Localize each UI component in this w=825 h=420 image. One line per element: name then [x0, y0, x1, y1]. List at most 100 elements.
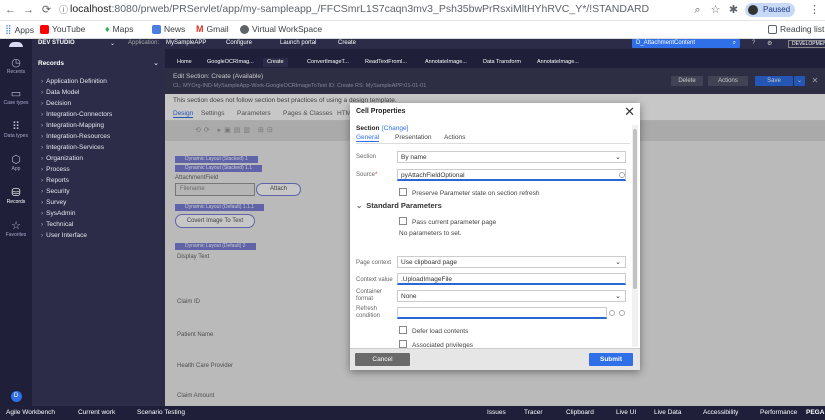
agile-workbench-button[interactable]: Agile Workbench — [6, 409, 55, 416]
dialog-footer: Cancel Submit — [350, 348, 640, 370]
site-info-icon[interactable]: ⓘ — [57, 4, 70, 17]
address-bar[interactable]: localhost:8080/prweb/PRServlet/app/my-sa… — [70, 3, 649, 15]
bookmark-maps[interactable]: ♦ Maps — [105, 24, 133, 34]
rail-app[interactable]: ⬡ App — [0, 154, 32, 172]
container-format-select[interactable]: None ⌄ — [397, 290, 626, 302]
studio-chevron-icon[interactable]: ⌄ — [110, 40, 115, 47]
context-value-input[interactable]: .UploadImageFile — [397, 273, 626, 285]
section-select[interactable]: By name ⌄ — [397, 151, 626, 163]
bookmark-youtube[interactable]: YouTube — [40, 24, 85, 34]
accessibility-button[interactable]: Accessibility — [703, 409, 738, 416]
standard-params-label: Standard Parameters — [366, 201, 442, 210]
menu-icon[interactable]: ⋮ — [808, 4, 821, 17]
standard-params-header[interactable]: ⌄ Standard Parameters — [356, 201, 442, 210]
refresh-edit-icon[interactable] — [619, 310, 625, 316]
back-icon[interactable]: ← — [4, 4, 17, 17]
studio-switcher[interactable]: DEV STUDIO — [38, 40, 75, 46]
tab-convert-image[interactable]: ConvertImageT... — [303, 59, 353, 65]
records-item[interactable]: Security — [41, 188, 69, 195]
source-label-text: Source — [356, 172, 376, 178]
search-field[interactable]: D_AttachmentContent ⌕ — [632, 39, 740, 48]
bookmark-news[interactable]: News — [152, 24, 185, 34]
records-item[interactable]: Organization — [41, 155, 83, 162]
tab-annotate-image-2[interactable]: AnnotateImage... — [533, 59, 583, 65]
records-item[interactable]: SysAdmin — [41, 210, 75, 217]
tab-google-ocr[interactable]: GoogleOCRImag... — [203, 59, 258, 65]
records-item[interactable]: Reports — [41, 177, 69, 184]
records-item[interactable]: Process — [41, 166, 69, 173]
configure-menu[interactable]: Configure — [226, 40, 252, 46]
clipboard-button[interactable]: Clipboard — [566, 409, 594, 416]
tab-read-text[interactable]: ReadTextFroml... — [361, 59, 411, 65]
bookmark-virtual-workspace[interactable]: Virtual WorkSpace — [240, 24, 322, 34]
scrollbar-thumb[interactable] — [633, 129, 637, 289]
no-params-text: No parameters to set. — [399, 230, 462, 237]
pega-brand: PEGA — [806, 409, 825, 416]
star-icon[interactable]: ☆ — [709, 4, 722, 17]
records-item[interactable]: User Interface — [41, 232, 87, 239]
tab-general[interactable]: General — [356, 134, 380, 142]
scenario-testing-button[interactable]: Scenario Testing — [137, 409, 185, 416]
refresh-condition-input[interactable] — [397, 307, 607, 319]
launch-portal-menu[interactable]: Launch portal — [280, 40, 316, 46]
pass-current-checkbox[interactable]: Pass current parameter page — [399, 217, 496, 226]
tracer-button[interactable]: Tracer — [524, 409, 543, 416]
rail-favorites[interactable]: ☆ Favorites — [0, 220, 32, 238]
refresh-lookup-icon[interactable] — [609, 310, 615, 316]
rail-records[interactable]: ⛁ Records — [0, 187, 32, 205]
tab-create[interactable]: Create — [263, 58, 288, 67]
records-chevron-icon[interactable]: ⌄ — [153, 59, 159, 67]
rail-data-types[interactable]: ⠿ Data types — [0, 121, 32, 139]
live-ui-button[interactable]: Live UI — [616, 409, 636, 416]
records-item[interactable]: Integration-Resources — [41, 133, 110, 140]
records-item[interactable]: Application Definition — [41, 78, 107, 85]
reload-icon[interactable]: ⟳ — [40, 4, 53, 17]
tab-presentation[interactable]: Presentation — [395, 134, 432, 141]
records-item[interactable]: Technical — [41, 221, 73, 228]
tab-annotate-image[interactable]: AnnotateImage... — [421, 59, 471, 65]
change-link[interactable]: [Change] — [382, 125, 408, 132]
live-data-button[interactable]: Live Data — [654, 409, 681, 416]
records-item[interactable]: Data Model — [41, 89, 79, 96]
extensions-icon[interactable]: ✱ — [727, 4, 740, 17]
cancel-button[interactable]: Cancel — [355, 353, 410, 366]
collapse-icon: ⌄ — [356, 201, 363, 210]
application-selector[interactable]: MySampleAPP — [166, 40, 206, 46]
performance-button[interactable]: Performance — [760, 409, 797, 416]
create-menu[interactable]: Create — [338, 40, 356, 46]
bookmark-gmail[interactable]: M Gmail — [196, 24, 229, 34]
search-value: D_AttachmentContent — [636, 40, 696, 46]
issues-button[interactable]: Issues — [487, 409, 506, 416]
records-item[interactable]: Integration-Connectors — [41, 111, 112, 118]
dialog-scrollbar[interactable] — [632, 125, 638, 347]
source-input[interactable]: pyAttachFieldOptional — [397, 169, 626, 181]
records-item[interactable]: Survey — [41, 199, 66, 206]
defer-load-checkbox[interactable]: Defer load contents — [399, 326, 468, 335]
rail-case-types[interactable]: ▭ Case types — [0, 88, 32, 106]
bookmark-apps[interactable]: ⣿ Apps — [5, 24, 34, 35]
records-item[interactable]: Integration-Services — [41, 144, 104, 151]
submit-button[interactable]: Submit — [589, 353, 633, 366]
profile-button[interactable]: Paused — [745, 3, 795, 17]
tab-actions[interactable]: Actions — [444, 134, 465, 141]
current-work-button[interactable]: Current work — [78, 409, 115, 416]
rail-recents[interactable]: ◷ Recents — [0, 57, 32, 75]
close-icon[interactable]: ✕ — [624, 104, 635, 120]
page-context-select[interactable]: Use clipboard page ⌄ — [397, 256, 626, 268]
settings-icon[interactable]: ⚙ — [767, 40, 772, 47]
rail-label: App — [11, 166, 21, 172]
preserve-checkbox[interactable]: Preserve Parameter state on section refr… — [399, 188, 540, 197]
cell-properties-dialog: Cell Properties ✕ Section [Change] Gener… — [350, 103, 640, 370]
user-avatar[interactable]: D — [0, 391, 32, 402]
records-item[interactable]: Integration-Mapping — [41, 122, 104, 129]
tab-home[interactable]: Home — [173, 59, 196, 65]
source-lookup-icon[interactable] — [619, 172, 625, 178]
records-item[interactable]: Decision — [41, 100, 71, 107]
help-icon[interactable]: ? — [752, 40, 755, 46]
tab-data-transform[interactable]: Data Transform — [479, 59, 525, 65]
reading-list-button[interactable]: Reading list — [768, 24, 824, 34]
zoom-icon[interactable]: ⌕ — [691, 4, 704, 17]
top-strip — [165, 49, 825, 58]
forward-icon[interactable]: → — [22, 4, 35, 17]
associated-privileges-checkbox[interactable]: Associated privileges — [399, 340, 473, 348]
